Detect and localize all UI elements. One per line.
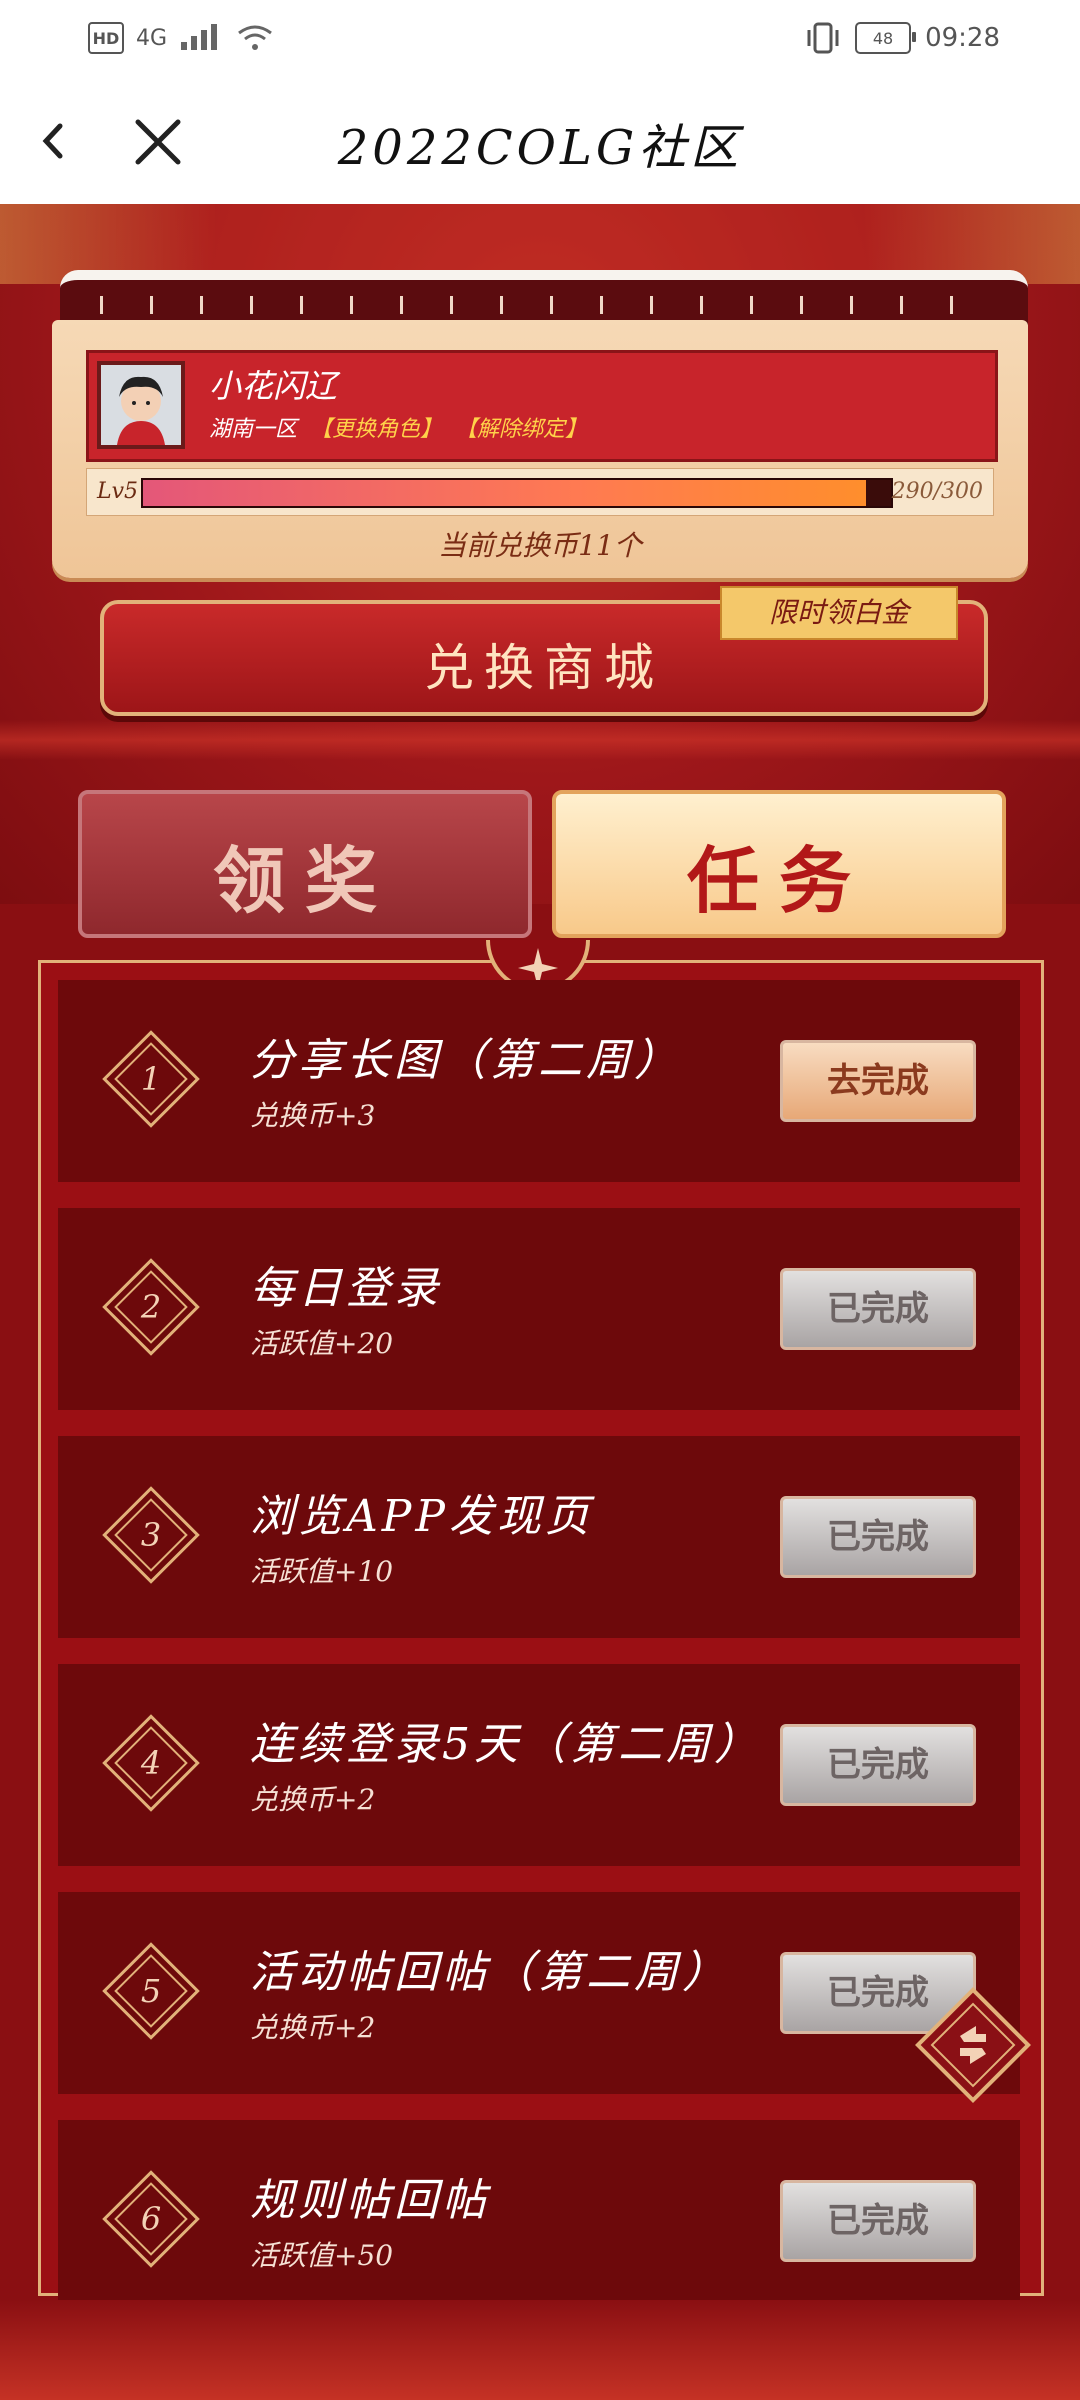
task-title: 每日登录	[250, 1263, 442, 1314]
task-number: 2	[140, 1288, 162, 1326]
level-progress-track	[141, 478, 893, 508]
tab-task[interactable]: 任务	[552, 790, 1006, 938]
page-title: 2022COLG社区	[337, 120, 743, 176]
task-go-button[interactable]: 去完成	[780, 1040, 976, 1122]
task-done-button[interactable]: 已完成	[780, 1724, 976, 1806]
task-row: 3 浏览APP发现页 活跃值+10 已完成	[58, 1436, 1020, 1638]
user-name: 小花闪辽	[209, 367, 338, 405]
task-done-button[interactable]: 已完成	[780, 2180, 976, 2262]
task-row: 1 分享长图（第二周） 兑换币+3 去完成	[58, 980, 1020, 1182]
task-number: 1	[140, 1060, 162, 1098]
level-progress-fill	[143, 480, 867, 506]
task-title: 连续登录5天（第二周）	[250, 1719, 762, 1770]
task-reward: 兑换币+2	[250, 2011, 376, 2044]
task-number: 3	[140, 1516, 162, 1554]
avatar-icon	[101, 365, 181, 445]
vibrate-icon	[807, 22, 839, 54]
task-reward: 活跃值+50	[250, 2239, 394, 2272]
user-meta: 湖南一区 【更换角色】 【解除绑定】	[209, 411, 587, 443]
wifi-icon	[238, 25, 272, 50]
footer-decoration	[0, 2300, 1080, 2400]
task-row: 5 活动帖回帖（第二周） 兑换币+2 已完成	[58, 1892, 1020, 2094]
tab-reward[interactable]: 领奖	[78, 790, 532, 938]
task-number-badge: 1	[96, 1024, 206, 1134]
task-reward: 活跃值+20	[250, 1327, 394, 1360]
task-title: 分享长图（第二周）	[250, 1035, 682, 1086]
task-number-badge: 2	[96, 1252, 206, 1362]
tab-task-label: 任务	[686, 838, 871, 923]
task-done-button[interactable]: 已完成	[780, 1268, 976, 1350]
battery-icon: 48	[855, 22, 917, 54]
task-title: 浏览APP发现页	[250, 1491, 593, 1542]
hd-icon: HD	[88, 22, 124, 54]
task-title: 规则帖回帖	[250, 2175, 490, 2226]
task-number: 4	[140, 1744, 162, 1782]
level-progress-text: 290/300	[891, 479, 983, 504]
task-row: 6 规则帖回帖 活跃值+50 已完成	[58, 2120, 1020, 2322]
level-row: Lv5 290/300	[86, 468, 994, 516]
unbind-link[interactable]: 【解除绑定】	[455, 417, 587, 442]
task-row: 2 每日登录 活跃值+20 已完成	[58, 1208, 1020, 1410]
profile-row: 小花闪辽 湖南一区 【更换角色】 【解除绑定】	[86, 350, 998, 462]
task-number: 6	[140, 2200, 162, 2238]
refresh-float-button[interactable]	[912, 1984, 1034, 2106]
coin-balance: 当前兑换币11个	[438, 529, 642, 562]
signal-icon	[181, 24, 218, 50]
task-reward: 兑换币+3	[250, 1099, 376, 1132]
task-number-badge: 5	[96, 1936, 206, 2046]
task-done-button[interactable]: 已完成	[780, 1496, 976, 1578]
limited-time-tag: 限时领白金	[720, 586, 958, 640]
decorative-ribbon	[0, 720, 1080, 760]
status-right: 48 09:28	[805, 22, 1000, 54]
clock: 09:28	[925, 23, 1000, 53]
title-bar: 2022COLG社区	[0, 78, 1080, 205]
task-reward: 兑换币+2	[250, 1783, 376, 1816]
task-number-badge: 3	[96, 1480, 206, 1590]
task-number-badge: 6	[96, 2164, 206, 2274]
level-label: Lv5	[97, 479, 139, 504]
server-name: 湖南一区	[209, 417, 298, 442]
task-number: 5	[140, 1972, 162, 2010]
task-row: 4 连续登录5天（第二周） 兑换币+2 已完成	[58, 1664, 1020, 1866]
task-number-badge: 4	[96, 1708, 206, 1818]
network-label: 4G	[136, 25, 168, 51]
avatar[interactable]	[97, 361, 185, 449]
task-reward: 活跃值+10	[250, 1555, 394, 1588]
task-title: 活动帖回帖（第二周）	[250, 1947, 730, 1998]
status-bar: HD 4G 48 09:28	[0, 0, 1080, 78]
status-left: HD 4G	[88, 22, 275, 54]
change-role-link[interactable]: 【更换角色】	[310, 417, 442, 442]
tab-reward-label: 领奖	[212, 838, 397, 923]
profile-card: 小花闪辽 湖南一区 【更换角色】 【解除绑定】 Lv5 290/300 当前兑换…	[52, 320, 1028, 578]
